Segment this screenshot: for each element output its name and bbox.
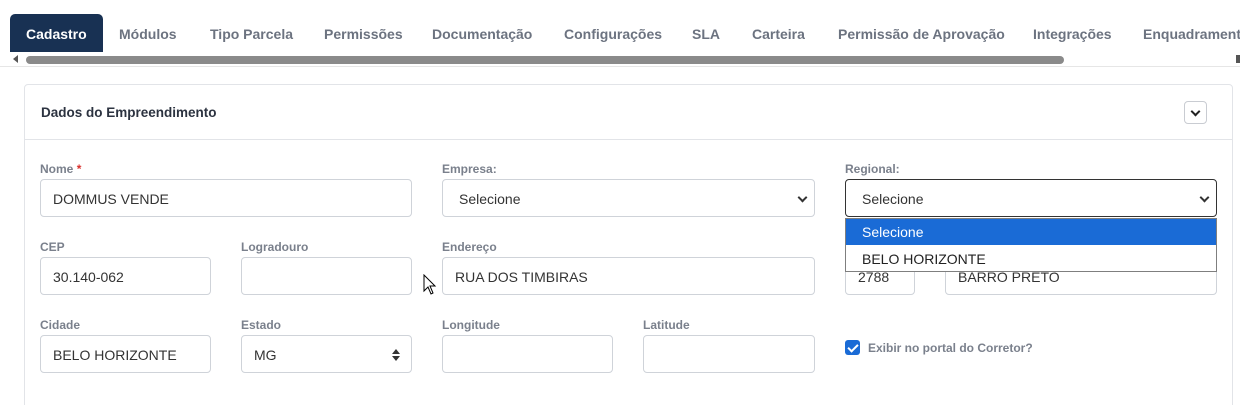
tab-cadastro[interactable]: Cadastro bbox=[10, 14, 103, 52]
regional-dropdown-list: Selecione BELO HORIZONTE bbox=[845, 218, 1217, 272]
tab-configuracoes[interactable]: Configurações bbox=[564, 14, 662, 52]
cep-input[interactable]: 30.140-062 bbox=[40, 257, 211, 295]
tab-bar: Cadastro Módulos Tipo Parcela Permissões… bbox=[0, 0, 1240, 52]
longitude-input[interactable] bbox=[442, 335, 613, 373]
empresa-label: Empresa: bbox=[442, 162, 497, 176]
latitude-label: Latitude bbox=[643, 318, 690, 332]
cidade-input[interactable]: BELO HORIZONTE bbox=[40, 335, 211, 373]
cep-label: CEP bbox=[40, 240, 65, 254]
regional-selected-value: Selecione bbox=[862, 191, 924, 207]
caret-up-icon bbox=[392, 349, 400, 354]
regional-option-belo-horizonte[interactable]: BELO HORIZONTE bbox=[846, 246, 1216, 272]
chevron-down-icon bbox=[797, 192, 808, 203]
logradouro-label: Logradouro bbox=[241, 240, 309, 254]
tab-permissoes[interactable]: Permissões bbox=[324, 14, 403, 52]
empresa-select[interactable]: Selecione bbox=[442, 179, 815, 217]
collapse-button[interactable] bbox=[1184, 101, 1207, 124]
longitude-label: Longitude bbox=[442, 318, 500, 332]
regional-label: Regional: bbox=[845, 162, 900, 176]
estado-label: Estado bbox=[241, 318, 282, 332]
tabs-scrollbar[interactable] bbox=[0, 52, 1240, 67]
nome-label: Nome * bbox=[40, 162, 82, 176]
tab-carteira[interactable]: Carteira bbox=[752, 14, 805, 52]
regional-option-selecione[interactable]: Selecione bbox=[846, 219, 1216, 245]
chevron-down-icon bbox=[1190, 106, 1201, 117]
card-title: Dados do Empreendimento bbox=[41, 105, 217, 120]
tab-documentacao[interactable]: Documentação bbox=[432, 14, 532, 52]
tab-enquadramento[interactable]: Enquadramento bbox=[1143, 14, 1240, 52]
regional-select[interactable]: Selecione bbox=[845, 179, 1217, 217]
tab-modulos[interactable]: Módulos bbox=[119, 14, 177, 52]
required-mark: * bbox=[76, 162, 82, 176]
latitude-input[interactable] bbox=[643, 335, 815, 373]
tab-integracoes[interactable]: Integrações bbox=[1033, 14, 1112, 52]
estado-selected-value: MG bbox=[254, 347, 277, 363]
scrollbar-thumb[interactable] bbox=[26, 56, 1064, 64]
exibir-portal-checkbox[interactable] bbox=[845, 340, 860, 355]
caret-down-icon bbox=[392, 356, 400, 361]
tab-tipo-parcela[interactable]: Tipo Parcela bbox=[210, 14, 293, 52]
endereco-input[interactable]: RUA DOS TIMBIRAS bbox=[442, 257, 815, 295]
mouse-cursor-icon bbox=[423, 274, 437, 295]
tab-permissao-aprovacao[interactable]: Permissão de Aprovação bbox=[838, 14, 1005, 52]
endereco-label: Endereço bbox=[442, 240, 497, 254]
nome-input[interactable]: DOMMUS VENDE bbox=[40, 179, 412, 217]
card-header: Dados do Empreendimento bbox=[25, 85, 1232, 140]
tab-sla[interactable]: SLA bbox=[692, 14, 720, 52]
chevron-down-icon bbox=[1199, 192, 1210, 203]
cidade-label: Cidade bbox=[40, 318, 81, 332]
empresa-selected-value: Selecione bbox=[459, 191, 521, 207]
estado-select[interactable]: MG bbox=[241, 335, 412, 373]
scroll-left-icon[interactable] bbox=[13, 55, 18, 63]
logradouro-input[interactable] bbox=[241, 257, 412, 295]
exibir-portal-label: Exibir no portal do Corretor? bbox=[868, 341, 1033, 355]
scroll-right-icon[interactable] bbox=[1236, 55, 1240, 63]
